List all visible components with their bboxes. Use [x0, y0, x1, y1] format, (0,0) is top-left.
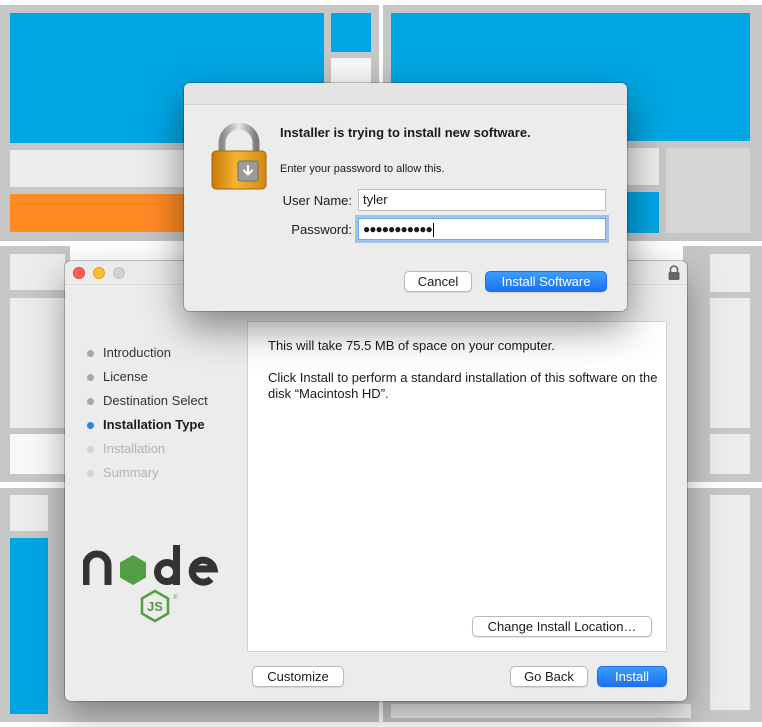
step-bullet [87, 398, 94, 405]
install-software-button[interactable]: Install Software [485, 271, 607, 292]
wallpaper-tile [10, 495, 48, 531]
password-field[interactable]: ●●●●●●●●●●● [358, 218, 606, 240]
authentication-dialog: Installer is trying to install new softw… [184, 83, 627, 311]
username-label: User Name: [282, 193, 352, 208]
wallpaper-tile [710, 298, 750, 428]
step-bullet [87, 374, 94, 381]
dialog-titlebar [184, 83, 627, 105]
wallpaper-tile [666, 148, 750, 233]
step-bullet [87, 470, 94, 477]
wallpaper-tile [627, 148, 659, 185]
dialog-title: Installer is trying to install new softw… [280, 125, 531, 140]
step-label: Introduction [103, 345, 171, 360]
wallpaper-tile [10, 150, 184, 187]
close-window-button[interactable] [73, 267, 85, 279]
installer-window: Introduction License Destination Select … [65, 261, 687, 701]
minimize-window-button[interactable] [93, 267, 105, 279]
password-label: Password: [291, 222, 352, 237]
wallpaper-tile [331, 58, 371, 84]
content-text: This will take 75.5 MB of space on your … [268, 338, 658, 418]
step-label: License [103, 369, 148, 384]
wallpaper-tile [710, 495, 750, 710]
wallpaper-tile [710, 254, 750, 292]
wallpaper-tile [10, 298, 65, 428]
wallpaper-tile [10, 538, 48, 714]
username-value: tyler [363, 192, 388, 207]
svg-text:®: ® [173, 594, 178, 601]
customize-button[interactable]: Customize [252, 666, 344, 687]
change-install-location-button[interactable]: Change Install Location… [472, 616, 652, 637]
wallpaper-tile [10, 194, 184, 232]
wallpaper-tile [391, 704, 691, 718]
step-bullet-active [87, 422, 94, 429]
zoom-window-button[interactable] [113, 267, 125, 279]
wallpaper-tile [710, 434, 750, 474]
step-bullet [87, 350, 94, 357]
nodejs-logo: JS ® [83, 545, 219, 623]
text-caret [432, 222, 434, 237]
install-button[interactable]: Install [597, 666, 667, 687]
username-field[interactable]: tyler [358, 189, 606, 211]
wallpaper-tile [10, 434, 65, 474]
step-label: Installation [103, 441, 166, 456]
step-label: Summary [103, 465, 159, 480]
lock-icon[interactable] [667, 265, 681, 281]
wallpaper-tile [627, 192, 659, 233]
disk-space-message: This will take 75.5 MB of space on your … [268, 338, 555, 353]
step-bullet [87, 446, 94, 453]
dialog-subtitle: Enter your password to allow this. [280, 163, 445, 175]
step-label: Destination Select [103, 393, 208, 408]
step-label: Installation Type [103, 417, 205, 432]
wallpaper-tile [331, 13, 371, 52]
padlock-icon [211, 123, 267, 190]
cancel-button[interactable]: Cancel [404, 271, 472, 292]
svg-text:JS: JS [147, 599, 163, 614]
password-mask: ●●●●●●●●●●● [363, 222, 433, 236]
go-back-button[interactable]: Go Back [510, 666, 588, 687]
wallpaper-tile [10, 254, 65, 290]
installer-content-pane: This will take 75.5 MB of space on your … [247, 321, 667, 652]
install-instructions: Click Install to perform a standard inst… [268, 370, 658, 401]
